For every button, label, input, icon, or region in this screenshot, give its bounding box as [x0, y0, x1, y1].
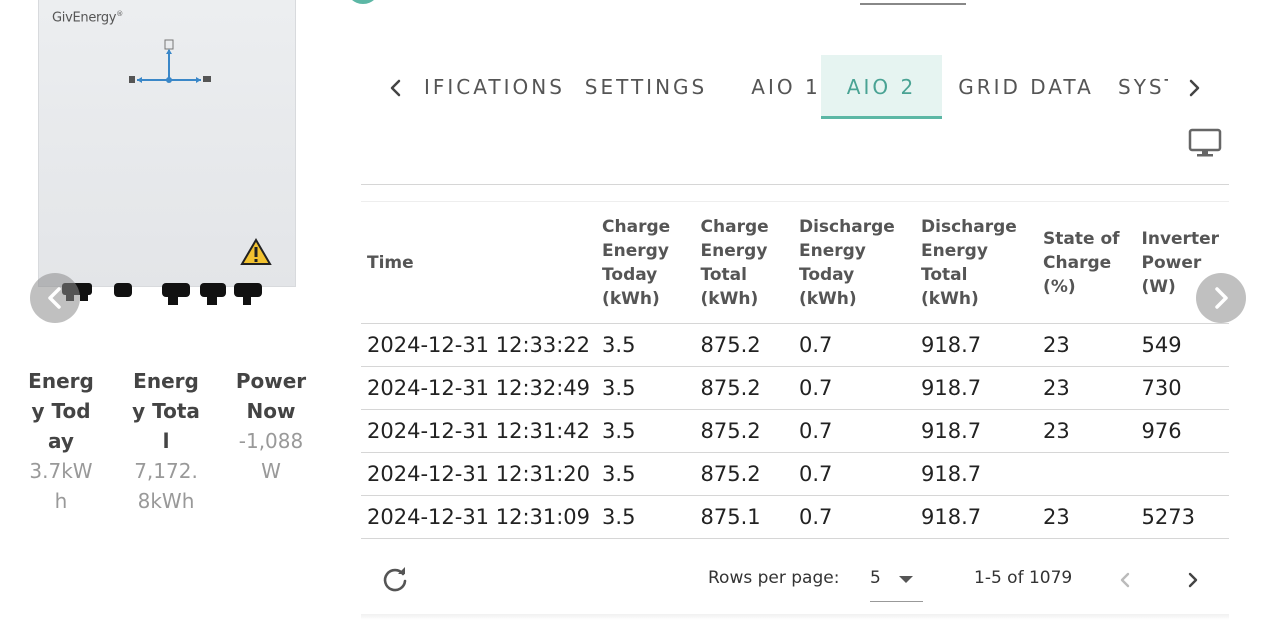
column-header[interactable]: Inverter Power (W)	[1135, 201, 1229, 324]
table-cell: 3.5	[596, 366, 695, 410]
table-cell: 0.7	[792, 366, 916, 410]
stat-energy-total: Energy Total 7,172.8kWh	[131, 366, 201, 516]
table-cell: 3.5	[596, 452, 695, 496]
pagination-range: 1-5 of 1079	[974, 568, 1073, 588]
table-cell: 918.7	[915, 495, 1038, 539]
table-cell: 3.5	[596, 495, 695, 539]
table-cell: 5273	[1135, 495, 1229, 539]
table-cell: 0.7	[792, 495, 916, 539]
data-table-wrapper: Time Charge Energy Today (kWh) Charge En…	[361, 201, 1229, 539]
table-row: 2024-12-31 12:33:22 3.5 875.2 0.7 918.7 …	[361, 323, 1229, 367]
table-cell: 23	[1037, 366, 1136, 410]
table-cell: 875.2	[694, 323, 793, 367]
tab-settings[interactable]: SETTINGS	[576, 55, 716, 119]
table-cell	[1135, 452, 1229, 496]
table-footer: Rows per page: 5 1-5 of 1079	[361, 558, 1229, 604]
stat-value: -1,088 W	[238, 429, 304, 483]
table-cell: 2024-12-31 12:32:49	[361, 366, 597, 410]
tab-strip: IFICATIONS SETTINGS AIO 1 AIO 2 GRID DAT…	[416, 55, 1168, 121]
table-cell: 23	[1037, 323, 1136, 367]
tabs-scroll-left-button[interactable]	[378, 73, 414, 103]
column-header[interactable]: Discharge Energy Total (kWh)	[915, 201, 1038, 324]
table-row: 2024-12-31 12:32:49 3.5 875.2 0.7 918.7 …	[361, 366, 1229, 410]
table-cell: 2024-12-31 12:31:42	[361, 409, 597, 453]
table-cell: 23	[1037, 495, 1136, 539]
table-cell: 0.7	[792, 323, 916, 367]
table-cell	[1037, 452, 1136, 496]
table-cell: 976	[1135, 409, 1229, 453]
table-cell: 875.1	[694, 495, 793, 539]
chevron-right-icon	[1188, 572, 1198, 588]
refresh-icon	[383, 567, 407, 592]
table-cell: 875.2	[694, 452, 793, 496]
column-header[interactable]: Charge Energy Total (kWh)	[694, 201, 793, 324]
stat-label: Power Now	[235, 369, 307, 423]
stat-value: 7,172.8kWh	[134, 459, 198, 513]
table-cell: 730	[1135, 366, 1229, 410]
tab-bar: IFICATIONS SETTINGS AIO 1 AIO 2 GRID DAT…	[376, 55, 1216, 121]
column-header[interactable]: Charge Energy Today (kWh)	[596, 201, 695, 324]
next-page-button[interactable]	[1181, 566, 1205, 599]
table-cell: 0.7	[792, 452, 916, 496]
table-cell: 2024-12-31 12:33:22	[361, 323, 597, 367]
table-header-row: Time Charge Energy Today (kWh) Charge En…	[361, 201, 1229, 324]
stat-energy-today: Energy Today 3.7kWh	[26, 366, 96, 516]
energy-flow-icon	[129, 39, 211, 83]
warning-icon	[240, 238, 272, 265]
table-cell: 918.7	[915, 323, 1038, 367]
data-table: Time Charge Energy Today (kWh) Charge En…	[361, 201, 1229, 539]
tab-notifications[interactable]: IFICATIONS	[424, 55, 584, 119]
table-cell: 875.2	[694, 366, 793, 410]
table-cell: 918.7	[915, 366, 1038, 410]
stat-value: 3.7kWh	[29, 459, 93, 513]
refresh-button[interactable]	[381, 566, 409, 599]
table-cell: 2024-12-31 12:31:20	[361, 452, 597, 496]
stat-label: Energy Total	[132, 369, 200, 453]
stat-label: Energy Today	[28, 369, 94, 453]
rows-per-page-label: Rows per page:	[708, 568, 840, 588]
stat-power-now: Power Now -1,088 W	[232, 366, 310, 486]
chevron-right-icon	[1189, 79, 1200, 97]
inverter-image: GivEnergy®	[38, 0, 296, 287]
tab-aio-2[interactable]: AIO 2	[821, 55, 942, 119]
carousel-prev-button[interactable]	[30, 273, 80, 323]
table-cell: 918.7	[915, 409, 1038, 453]
rows-per-page-value: 5	[870, 568, 881, 588]
card-shadow	[361, 614, 1229, 620]
table-cell: 0.7	[792, 409, 916, 453]
column-header[interactable]: Discharge Energy Today (kWh)	[792, 201, 916, 324]
table-cell: 2024-12-31 12:31:09	[361, 495, 597, 539]
table-cell: 549	[1135, 323, 1229, 367]
table-row: 2024-12-31 12:31:20 3.5 875.2 0.7 918.7	[361, 452, 1229, 496]
table-row: 2024-12-31 12:31:09 3.5 875.1 0.7 918.7 …	[361, 495, 1229, 539]
partial-input-underline	[860, 3, 966, 5]
chevron-left-icon	[390, 79, 401, 97]
table-cell: 23	[1037, 409, 1136, 453]
brand-logo: GivEnergy®	[52, 10, 123, 26]
cable-connectors	[62, 283, 262, 305]
partial-status-circle	[346, 0, 380, 4]
column-header[interactable]: Time	[361, 201, 597, 324]
tab-grid-data[interactable]: GRID DATA	[956, 55, 1096, 119]
table-cell: 3.5	[596, 323, 695, 367]
table-cell: 3.5	[596, 409, 695, 453]
divider	[361, 184, 1229, 185]
monitor-icon[interactable]	[1188, 128, 1222, 162]
tabs-scroll-right-button[interactable]	[1176, 73, 1212, 103]
data-table-card: Time Charge Energy Today (kWh) Charge En…	[361, 184, 1229, 620]
table-row: 2024-12-31 12:31:42 3.5 875.2 0.7 918.7 …	[361, 409, 1229, 453]
tab-system[interactable]: SYST	[1118, 55, 1168, 119]
table-cell: 918.7	[915, 452, 1038, 496]
chevron-left-icon	[48, 287, 61, 309]
column-header[interactable]: State of Charge (%)	[1037, 201, 1136, 324]
previous-page-button[interactable]	[1113, 566, 1137, 599]
caret-down-icon	[899, 576, 913, 583]
chevron-left-icon	[1120, 572, 1130, 588]
rows-per-page-select[interactable]: 5	[870, 562, 923, 602]
table-cell: 875.2	[694, 409, 793, 453]
